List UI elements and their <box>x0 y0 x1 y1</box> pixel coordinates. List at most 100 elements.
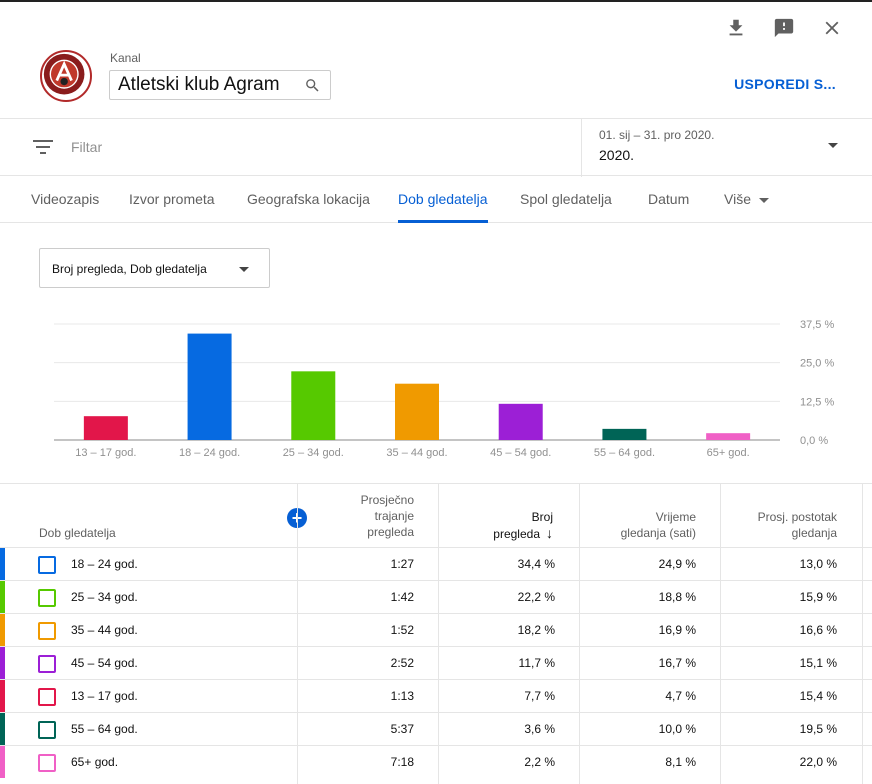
cell-views: 34,4 % <box>517 557 555 571</box>
cell-watch-time: 16,9 % <box>658 623 696 637</box>
row-checkbox[interactable] <box>38 655 56 673</box>
row-label: 13 – 17 god. <box>71 689 138 703</box>
bar-5[interactable] <box>602 428 647 440</box>
tab-geografska-lokacija[interactable]: Geografska lokacija <box>247 191 370 207</box>
filter-icon[interactable] <box>33 139 53 155</box>
y-tick-label: 12,5 % <box>800 396 834 408</box>
x-tick-label: 13 – 17 god. <box>75 447 136 459</box>
cell-avg-duration: 2:52 <box>390 656 414 670</box>
bar-2[interactable] <box>291 371 336 440</box>
dimension-tabs: Videozapis Izvor prometa Geografska loka… <box>0 176 872 223</box>
cell-avg-percent: 15,1 % <box>799 656 837 670</box>
header-views-line: Broj <box>531 510 553 524</box>
row-checkbox[interactable] <box>38 589 56 607</box>
cell-watch-time: 8,1 % <box>665 755 696 769</box>
bar-3[interactable] <box>395 383 439 440</box>
cell-views: 18,2 % <box>517 623 555 637</box>
y-tick-label: 37,5 % <box>800 319 834 331</box>
row-color-bar <box>0 647 5 679</box>
sort-down-icon: ↓ <box>546 525 553 541</box>
active-tab-indicator <box>398 220 488 223</box>
cell-avg-percent: 19,5 % <box>799 722 837 736</box>
cell-watch-time: 4,7 % <box>665 689 696 703</box>
chevron-down-icon <box>828 143 838 148</box>
row-color-bar <box>0 746 5 778</box>
tab-spol-gledatelja[interactable]: Spol gledatelja <box>520 191 612 207</box>
feedback-icon[interactable] <box>772 16 796 40</box>
x-tick-label: 25 – 34 god. <box>283 447 344 459</box>
y-tick-label: 25,0 % <box>800 358 834 370</box>
close-icon[interactable] <box>820 16 844 40</box>
cell-avg-percent: 16,6 % <box>799 623 837 637</box>
tab-vise-label: Više <box>724 191 751 207</box>
cell-avg-duration: 1:42 <box>390 590 414 604</box>
row-checkbox[interactable] <box>38 721 56 739</box>
cell-views: 7,7 % <box>524 689 555 703</box>
x-tick-label: 45 – 54 god. <box>490 447 551 459</box>
row-color-bar <box>0 614 5 646</box>
cell-avg-duration: 1:13 <box>390 689 414 703</box>
table-row: 13 – 17 god. 1:13 7,7 % 4,7 % 15,4 % <box>0 679 872 712</box>
filter-bar: Filtar 01. sij – 31. pro 2020. 2020. <box>0 118 872 177</box>
channel-selector[interactable]: Atletski klub Agram <box>109 70 331 100</box>
cell-watch-time: 10,0 % <box>658 722 696 736</box>
bar-1[interactable] <box>187 333 232 440</box>
cell-avg-duration: 1:52 <box>390 623 414 637</box>
cell-watch-time: 18,8 % <box>658 590 696 604</box>
table-row: 45 – 54 god. 2:52 11,7 % 16,7 % 15,1 % <box>0 646 872 679</box>
cell-avg-duration: 7:18 <box>390 755 414 769</box>
bar-4[interactable] <box>498 403 543 440</box>
header-avg-percent-line: Prosj. postotak <box>757 510 837 524</box>
row-label: 45 – 54 god. <box>71 656 138 670</box>
row-checkbox[interactable] <box>38 688 56 706</box>
tab-videozapis[interactable]: Videozapis <box>31 191 99 207</box>
row-checkbox[interactable] <box>38 622 56 640</box>
window-top-border <box>0 0 872 2</box>
header-watch-time-line: gledanja (sati) <box>620 526 696 540</box>
cell-views: 3,6 % <box>524 722 555 736</box>
channel-avatar <box>40 50 92 102</box>
cell-views: 2,2 % <box>524 755 555 769</box>
filter-input[interactable]: Filtar <box>71 139 102 155</box>
row-checkbox[interactable] <box>38 556 56 574</box>
table-row: 55 – 64 god. 5:37 3,6 % 10,0 % 19,5 % <box>0 712 872 745</box>
tab-izvor-prometa[interactable]: Izvor prometa <box>129 191 215 207</box>
cell-avg-duration: 1:27 <box>390 557 414 571</box>
tab-vise[interactable]: Više <box>724 191 769 207</box>
data-table: Dob gledatelja + Prosječno trajanje preg… <box>0 483 872 784</box>
download-icon[interactable] <box>724 16 748 40</box>
search-icon[interactable] <box>304 77 321 94</box>
cell-avg-duration: 5:37 <box>390 722 414 736</box>
table-row: 65+ god. 7:18 2,2 % 8,1 % 22,0 % <box>0 745 872 778</box>
bar-0[interactable] <box>83 416 128 440</box>
x-tick-label: 65+ god. <box>707 447 750 459</box>
row-label: 35 – 44 god. <box>71 623 138 637</box>
caret-down-icon <box>758 197 769 203</box>
x-tick-label: 18 – 24 god. <box>179 447 240 459</box>
header-dob-gledatelja[interactable]: Dob gledatelja <box>39 525 116 541</box>
row-color-bar <box>0 548 5 580</box>
y-tick-label: 0,0 % <box>800 435 828 447</box>
date-range-text: 01. sij – 31. pro 2020. <box>599 128 715 142</box>
header-actions <box>724 16 844 40</box>
row-checkbox[interactable] <box>38 754 56 772</box>
chevron-down-icon <box>239 267 249 272</box>
cell-watch-time: 16,7 % <box>658 656 696 670</box>
header-views-line: pregleda <box>493 527 540 541</box>
cell-avg-percent: 13,0 % <box>799 557 837 571</box>
header-avg-percent-line: gledanja <box>791 526 837 540</box>
tab-datum[interactable]: Datum <box>648 191 689 207</box>
tab-dob-gledatelja[interactable]: Dob gledatelja <box>398 191 488 207</box>
row-label: 25 – 34 god. <box>71 590 138 604</box>
cell-avg-percent: 15,9 % <box>799 590 837 604</box>
row-color-bar <box>0 713 5 745</box>
header-avg-duration[interactable]: Prosječno trajanje pregleda <box>297 492 414 555</box>
row-label: 55 – 64 god. <box>71 722 138 736</box>
bar-6[interactable] <box>706 433 751 440</box>
compare-button[interactable]: USPOREDI S... <box>734 76 836 92</box>
x-tick-label: 55 – 64 god. <box>594 447 655 459</box>
table-row: 18 – 24 god. 1:27 34,4 % 24,9 % 13,0 % <box>0 547 872 580</box>
date-range-selector[interactable]: 01. sij – 31. pro 2020. 2020. <box>581 119 872 177</box>
metric-dropdown[interactable]: Broj pregleda, Dob gledatelja <box>39 248 270 288</box>
header-avg-duration-line: trajanje <box>374 509 414 523</box>
